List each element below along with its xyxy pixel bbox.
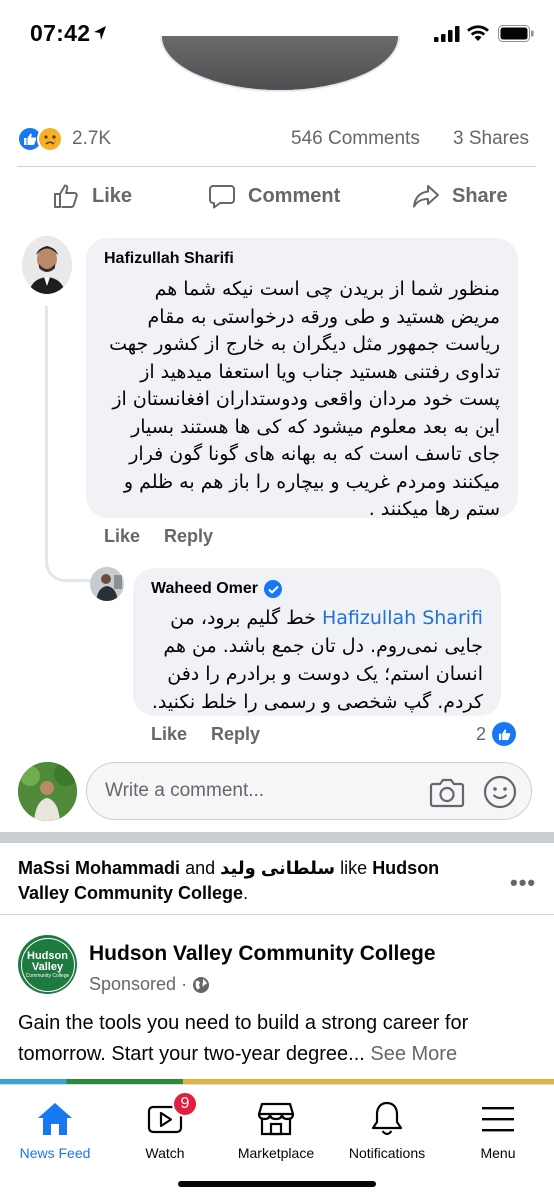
comment-icon (209, 185, 235, 209)
reactions-summary[interactable]: 2.7K 546 Comments 3 Shares (0, 118, 554, 162)
reply-like-count[interactable]: 2 (476, 722, 517, 746)
menu-icon (482, 1107, 514, 1132)
cellular-signal-icon (434, 26, 460, 42)
comment-input[interactable]: Write a comment... (86, 762, 532, 820)
friend-link[interactable]: سلطانی ولید (220, 858, 335, 878)
social-context-verb: like (340, 858, 368, 878)
emoji-icon[interactable] (483, 775, 517, 809)
tab-news-feed[interactable]: News Feed (0, 1099, 110, 1161)
verified-badge-icon (264, 580, 282, 598)
shares-count[interactable]: 3 Shares (453, 128, 529, 150)
watch-badge: 9 (172, 1091, 198, 1117)
share-button-label: Share (452, 184, 508, 207)
social-context: MaSsi Mohammadi and سلطانی ولید like Hud… (18, 858, 440, 903)
social-context-conjunction: and (185, 858, 216, 878)
tab-label: News Feed (19, 1145, 91, 1161)
reply-author[interactable]: Waheed Omer (151, 580, 258, 598)
post-actions: Like Comment Share (0, 172, 554, 224)
avatar[interactable] (90, 567, 124, 601)
mention-link[interactable]: Hafizullah Sharifi (322, 607, 483, 629)
camera-icon[interactable] (429, 775, 465, 809)
sponsored-text: Sponsored · (89, 974, 188, 994)
post-photo-edge[interactable] (160, 36, 400, 92)
comment-button-label: Comment (248, 184, 341, 207)
sad-reaction-icon (37, 126, 63, 152)
friend-link[interactable]: MaSsi Mohammadi (18, 858, 180, 878)
feed-separator (0, 832, 554, 843)
logo-text-line2: Valley (31, 960, 64, 973)
comment-button[interactable]: Comment (208, 182, 340, 210)
current-user-avatar[interactable] (18, 762, 77, 821)
tab-menu[interactable]: Menu (443, 1099, 553, 1161)
battery-icon (498, 25, 534, 42)
reply-actions: Like Reply (151, 724, 284, 745)
see-more-link[interactable]: See More (370, 1043, 457, 1065)
divider (0, 914, 554, 915)
logo-text-line3: Community College (25, 972, 70, 979)
bell-icon (371, 1101, 403, 1136)
tab-label: Marketplace (237, 1145, 315, 1161)
wifi-icon (467, 25, 489, 41)
tab-label: Menu (480, 1145, 516, 1161)
more-options-icon[interactable]: ••• (510, 870, 536, 896)
location-arrow-icon (94, 26, 106, 40)
logo-text-line1: Hudson (27, 949, 68, 962)
tab-label: Watch (145, 1145, 185, 1161)
comment-input-placeholder: Write a comment... (105, 780, 265, 801)
reply-text: Hafizullah Sharifi خط گلیم برود، من جایی… (151, 604, 483, 716)
thumbs-up-icon (54, 184, 78, 208)
reply-author-row: Waheed Omer (151, 580, 483, 598)
comments-count[interactable]: 546 Comments (291, 128, 420, 150)
like-button[interactable]: Like (52, 182, 132, 210)
share-icon (413, 185, 439, 208)
sponsored-page-name[interactable]: Hudson Valley Community College (89, 942, 436, 966)
home-icon (38, 1103, 72, 1135)
marketplace-icon (257, 1102, 295, 1136)
reply-reply-button[interactable]: Reply (211, 724, 260, 744)
comment-reply-button[interactable]: Reply (164, 526, 213, 546)
page-logo[interactable]: Hudson Valley Community College (18, 935, 77, 994)
comment-actions: Like Reply (104, 526, 237, 547)
globe-icon (193, 976, 210, 993)
comment-bubble[interactable]: Hafizullah Sharifi منظور شما از بریدن چی… (86, 238, 518, 520)
reply-bubble[interactable]: Waheed Omer Hafizullah Sharifi خط گلیم ب… (133, 568, 501, 716)
tab-watch[interactable]: 9 Watch (110, 1091, 220, 1161)
home-indicator[interactable] (178, 1181, 376, 1187)
tab-notifications[interactable]: Notifications (332, 1099, 442, 1161)
divider (17, 166, 536, 167)
sponsored-label[interactable]: Sponsored · (89, 974, 210, 995)
share-button[interactable]: Share (412, 182, 508, 210)
sponsored-post-text: Gain the tools you need to build a stron… (18, 1008, 538, 1070)
reply-like-count-value: 2 (476, 723, 487, 744)
avatar[interactable] (22, 236, 72, 294)
reaction-count[interactable]: 2.7K (72, 128, 111, 150)
tab-marketplace[interactable]: Marketplace (221, 1099, 331, 1161)
reaction-icons (17, 126, 67, 154)
comment-author[interactable]: Hafizullah Sharifi (104, 250, 500, 268)
like-button-label: Like (92, 184, 133, 207)
comment-text: منظور شما از بریدن چی است نیکه شما هم مر… (109, 278, 500, 520)
tab-label: Notifications (348, 1145, 426, 1161)
status-time: 07:42 (30, 20, 91, 46)
comment-like-button[interactable]: Like (104, 526, 140, 546)
like-reaction-icon (492, 722, 517, 746)
reply-like-button[interactable]: Like (151, 724, 187, 744)
